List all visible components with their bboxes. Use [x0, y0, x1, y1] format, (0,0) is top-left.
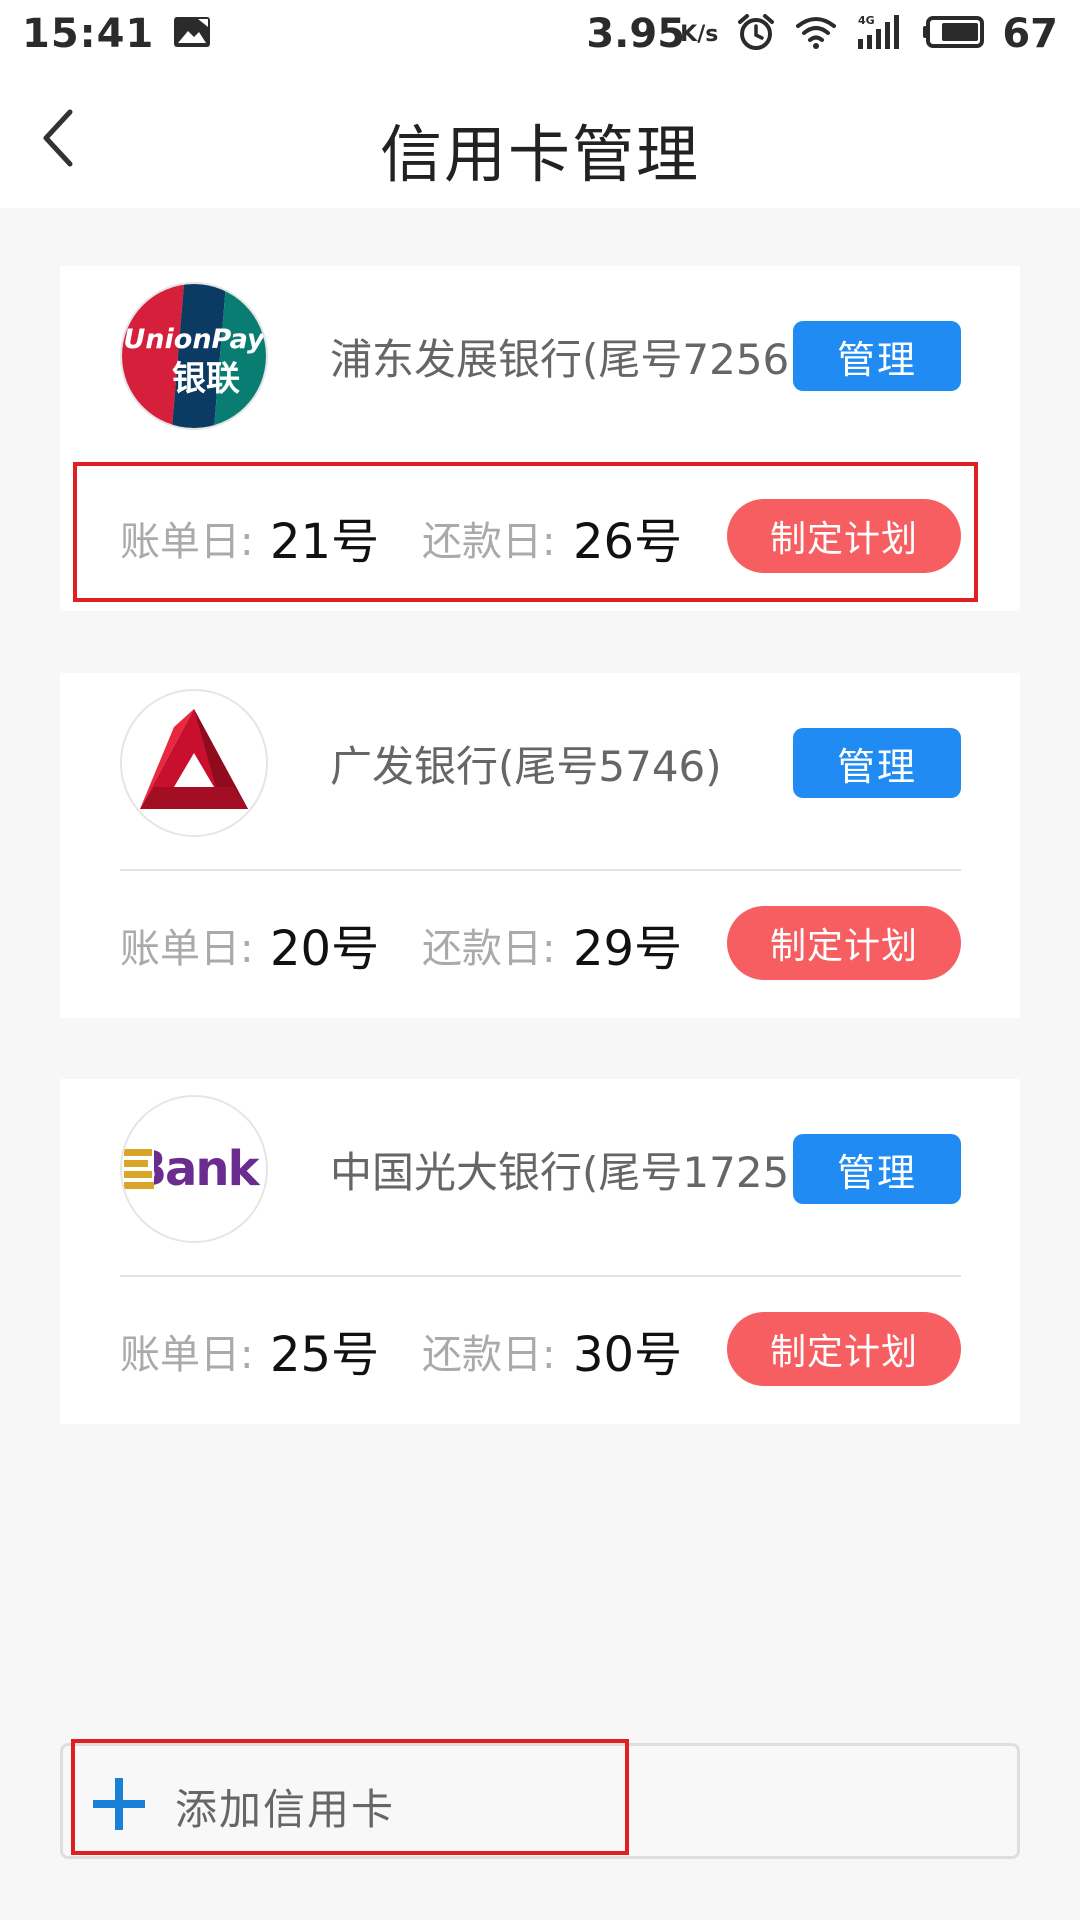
status-bar-right: 3.95 K/s 4G 67 [586, 11, 1058, 57]
bank-name: 中国光大银行(尾号1725) [330, 1148, 806, 1197]
status-time: 15:41 [22, 11, 155, 57]
battery-icon [922, 15, 985, 53]
svg-text:4G: 4G [858, 14, 875, 27]
unionpay-logo-text: UnionPay [123, 324, 266, 355]
bank-name: 广发银行(尾号5746) [330, 742, 722, 791]
repay-day-label: 还款日: [422, 519, 556, 565]
make-plan-button[interactable]: 制定计划 [727, 1312, 961, 1386]
unionpay-logo-cn: 银联 [172, 359, 240, 399]
credit-card-item: 广发银行(尾号5746) 管理 账单日: 20号 还款日: 29号 制定计划 [60, 673, 1020, 1018]
status-bar-left: 15:41 [22, 11, 212, 57]
manage-button[interactable]: 管理 [793, 728, 961, 798]
bill-day-label: 账单日: [120, 1332, 254, 1378]
wifi-icon [794, 14, 838, 54]
credit-card-item: UnionPay 银联 浦东发展银行(尾号7256) 管理 账单日: 21号 还… [60, 266, 1020, 611]
repay-day-value: 29号 [573, 921, 683, 977]
make-plan-button[interactable]: 制定计划 [727, 499, 961, 573]
plus-icon [93, 1778, 145, 1830]
card-dates: 账单日: 25号 还款日: 30号 制定计划 [60, 1277, 1020, 1424]
image-icon [172, 15, 212, 53]
speed-unit: K/s [680, 22, 719, 47]
alarm-icon [736, 12, 776, 56]
unionpay-logo: UnionPay 银联 [120, 282, 268, 430]
page-title: 信用卡管理 [379, 118, 700, 191]
bill-day-value: 20号 [270, 921, 380, 977]
make-plan-button[interactable]: 制定计划 [727, 906, 961, 980]
card-header: UnionPay 银联 浦东发展银行(尾号7256) 管理 [60, 266, 1020, 446]
manage-button[interactable]: 管理 [793, 1134, 961, 1204]
add-credit-card-bar[interactable]: 添加信用卡 [60, 1743, 1020, 1859]
network-speed: 3.95 K/s [586, 11, 718, 57]
add-credit-card-label: 添加信用卡 [175, 1785, 396, 1834]
repay-day-value: 30号 [573, 1327, 683, 1383]
cgb-logo [120, 689, 268, 837]
bank-name: 浦东发展银行(尾号7256) [330, 335, 806, 384]
card-header: 广发银行(尾号5746) 管理 [60, 673, 1020, 853]
credit-card-item: Bank 中国光大银行(尾号1725) 管理 账单日: 25号 还款日: 30号… [60, 1079, 1020, 1424]
manage-button[interactable]: 管理 [793, 321, 961, 391]
card-header: Bank 中国光大银行(尾号1725) 管理 [60, 1079, 1020, 1259]
repay-day-label: 还款日: [422, 1332, 556, 1378]
battery-level: 67 [1002, 11, 1058, 57]
bill-day-label: 账单日: [120, 926, 254, 972]
bill-day-value: 21号 [270, 514, 380, 570]
card-dates: 账单日: 20号 还款日: 29号 制定计划 [60, 871, 1020, 1018]
repay-day-label: 还款日: [422, 926, 556, 972]
bill-day-label: 账单日: [120, 519, 254, 565]
signal-4g-icon: 4G [856, 13, 904, 55]
repay-day-value: 26号 [573, 514, 683, 570]
card-dates: 账单日: 21号 还款日: 26号 制定计划 [60, 464, 1020, 611]
bank-logo: Bank [120, 1095, 268, 1243]
bill-day-value: 25号 [270, 1327, 380, 1383]
speed-value: 3.95 [586, 11, 686, 57]
status-bar: 15:41 3.95 K/s 4G 67 [0, 0, 1080, 68]
header: 信用卡管理 [0, 68, 1080, 208]
